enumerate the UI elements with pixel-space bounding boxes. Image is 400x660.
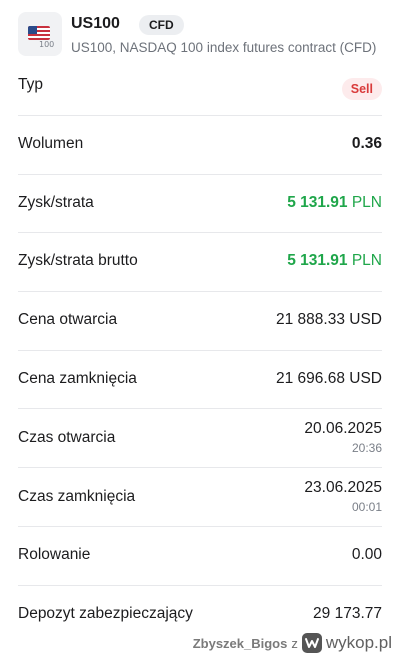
profit-value: 5 131.91 PLN [287, 194, 382, 212]
gross-profit-amount: 5 131.91 [287, 252, 348, 269]
row-wolumen: Wolumen 0.36 [18, 115, 382, 175]
watermark-user: Zbyszek_Bigos [192, 635, 288, 651]
us-flag-icon [28, 26, 50, 40]
row-label: Czas zamknięcia [18, 488, 136, 505]
row-label: Wolumen [18, 135, 84, 152]
open-date: 20.06.2025 [304, 420, 382, 437]
row-label: Typ [18, 76, 43, 93]
profit-amount: 5 131.91 [287, 194, 348, 211]
instrument-description: US100, NASDAQ 100 index futures contract… [71, 40, 377, 55]
profit-currency: PLN [351, 194, 382, 211]
trade-details-screen: 100 US100 CFD US100, NASDAQ 100 index fu… [0, 0, 400, 660]
open-price-value: 21 888.33 USD [276, 311, 382, 328]
margin-value: 29 173.77 [313, 605, 382, 622]
row-typ: Typ Sell [18, 60, 382, 116]
row-czas-otwarcia: Czas otwarcia 20.06.2025 20:36 [18, 408, 382, 468]
row-value: 0.36 [351, 135, 382, 152]
row-cena-otwarcia: Cena otwarcia 21 888.33 USD [18, 291, 382, 351]
index-number-label: 100 [39, 40, 55, 49]
row-czas-zamkniecia: Czas zamknięcia 23.06.2025 00:01 [18, 467, 382, 527]
close-time: 00:01 [351, 500, 382, 514]
close-date: 23.06.2025 [304, 479, 382, 496]
wykop-logo-icon [301, 633, 322, 653]
watermark-connector: z [291, 635, 298, 651]
instrument-icon-box: 100 [18, 12, 62, 56]
instrument-symbol: US100 [71, 15, 120, 32]
cfd-badge: CFD [139, 15, 184, 35]
row-zysk-strata: Zysk/strata 5 131.91 PLN [18, 174, 382, 233]
gross-profit-currency: PLN [351, 252, 382, 269]
gross-profit-value: 5 131.91 PLN [287, 252, 382, 270]
row-zysk-strata-brutto: Zysk/strata brutto 5 131.91 PLN [18, 232, 382, 292]
row-rolowanie: Rolowanie 0.00 [18, 526, 382, 586]
row-label: Depozyt zabezpieczający [18, 605, 193, 622]
row-depozyt: Depozyt zabezpieczający 29 173.77 [18, 585, 382, 635]
row-label: Zysk/strata brutto [18, 252, 138, 269]
instrument-header: 100 US100 CFD US100, NASDAQ 100 index fu… [18, 12, 388, 60]
row-label: Cena otwarcia [18, 311, 118, 328]
row-cena-zamkniecia: Cena zamknięcia 21 696.68 USD [18, 350, 382, 409]
row-label: Czas otwarcia [18, 429, 116, 446]
rollover-value: 0.00 [351, 546, 382, 563]
row-label: Rolowanie [18, 546, 91, 563]
sell-badge: Sell [341, 78, 382, 100]
watermark-site: wykop.pl [325, 633, 392, 652]
row-label: Zysk/strata [18, 194, 94, 211]
watermark: Zbyszek_Bigos z wykop.pl [193, 630, 392, 656]
open-time: 20:36 [351, 441, 382, 455]
row-label: Cena zamknięcia [18, 370, 137, 387]
close-price-value: 21 696.68 USD [276, 370, 382, 387]
